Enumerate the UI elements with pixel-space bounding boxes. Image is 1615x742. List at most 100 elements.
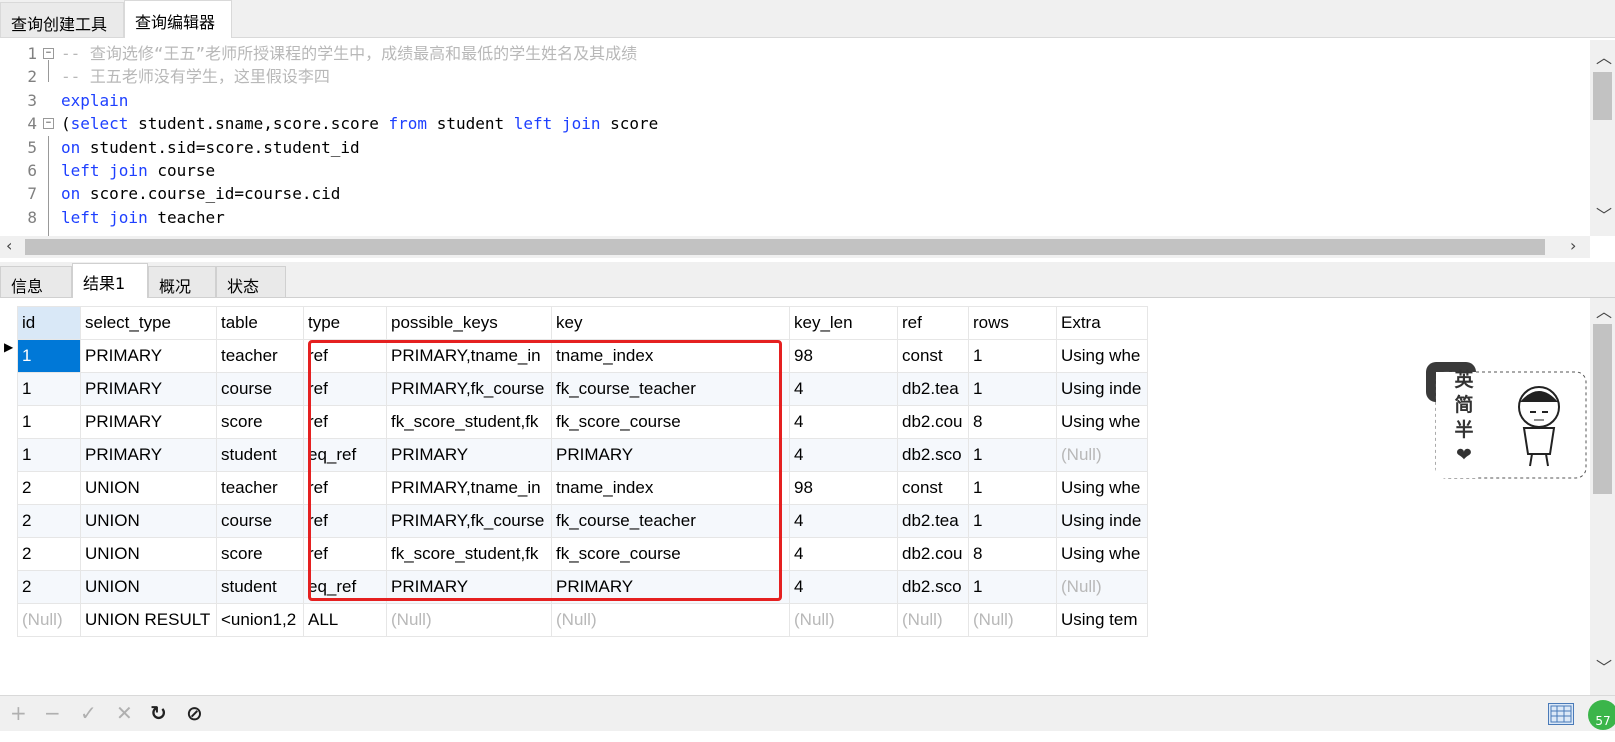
scroll-down-icon[interactable]: ﹀ [1596,208,1612,224]
table-cell[interactable]: 1 [968,570,1057,604]
table-cell[interactable]: (Null) [17,603,81,637]
table-cell[interactable]: score [216,537,304,571]
grid-vertical-scrollbar[interactable]: ︿ ﹀ [1590,298,1615,695]
table-cell[interactable]: Using whe [1056,537,1148,571]
delete-row-icon[interactable]: − [44,701,61,725]
table-cell[interactable]: Using inde [1056,504,1148,538]
table-cell[interactable]: 2 [17,570,81,604]
table-cell[interactable]: 1 [17,405,81,439]
table-cell[interactable]: 2 [17,504,81,538]
grid-scroll-up-icon[interactable]: ︿ [1596,304,1612,320]
scroll-up-icon[interactable]: ︿ [1596,50,1612,66]
table-cell[interactable]: db2.cou [897,405,969,439]
stop-icon[interactable]: ⊘ [186,701,203,725]
code-line[interactable]: 3 explain [0,89,1590,113]
code-line[interactable]: 6 left join course [0,159,1590,183]
refresh-icon[interactable]: ↻ [150,701,167,725]
table-cell[interactable]: 1 [17,438,81,472]
scroll-left-icon[interactable]: ‹ [6,238,12,254]
table-cell[interactable]: 1 [968,372,1057,406]
table-cell[interactable]: PRIMARY [80,372,217,406]
code-line[interactable]: 7 on score.course_id=course.cid [0,182,1590,206]
table-cell[interactable]: PRIMARY [80,405,217,439]
scroll-right-icon[interactable]: › [1570,238,1576,254]
table-cell[interactable]: db2.sco [897,438,969,472]
code-line[interactable]: 1 -- 查询选修“王五”老师所授课程的学生中，成绩最高和最低的学生姓名及其成绩 − [0,42,1590,66]
table-cell[interactable]: 98 [789,471,898,505]
table-cell[interactable]: student [216,570,304,604]
table-cell[interactable]: (Null) [386,603,552,637]
column-header-select-type[interactable]: select_type [80,306,217,340]
tab-result1[interactable]: 结果1 [72,263,148,299]
column-header-ref[interactable]: ref [897,306,969,340]
table-cell[interactable]: course [216,372,304,406]
table-cell[interactable]: Using whe [1056,471,1148,505]
table-cell[interactable]: PRIMARY [80,438,217,472]
table-cell[interactable]: ALL [303,603,387,637]
table-cell[interactable]: const [897,471,969,505]
table-cell[interactable]: UNION [80,537,217,571]
table-cell[interactable]: db2.cou [897,537,969,571]
table-cell[interactable]: score [216,405,304,439]
table-cell[interactable]: teacher [216,339,304,373]
table-cell[interactable]: db2.tea [897,504,969,538]
tab-status[interactable]: 状态 [216,266,286,298]
editor-vertical-scrollbar[interactable]: ︿ ﹀ [1590,40,1615,236]
grid-view-icon[interactable] [1548,703,1574,725]
table-cell[interactable]: PRIMARY [80,339,217,373]
table-cell[interactable]: student [216,438,304,472]
table-cell[interactable]: teacher [216,471,304,505]
table-cell[interactable]: (Null) [897,603,969,637]
sql-editor[interactable]: 1 -- 查询选修“王五”老师所授课程的学生中，成绩最高和最低的学生姓名及其成绩 −… [0,38,1615,236]
table-cell[interactable]: UNION [80,504,217,538]
column-header-id[interactable]: id [17,306,81,340]
column-header-key-len[interactable]: key_len [789,306,898,340]
table-cell[interactable]: 4 [789,504,898,538]
table-cell[interactable]: db2.tea [897,372,969,406]
table-cell[interactable]: 8 [968,405,1057,439]
table-cell[interactable]: (Null) [551,603,790,637]
grid-scroll-down-icon[interactable]: ﹀ [1596,660,1612,676]
table-cell[interactable]: const [897,339,969,373]
table-cell[interactable]: Using whe [1056,405,1148,439]
apply-icon[interactable]: ✓ [80,701,97,725]
table-cell[interactable]: 1 [17,372,81,406]
editor-vscroll-thumb[interactable] [1593,72,1612,120]
table-cell[interactable]: Using whe [1056,339,1148,373]
table-cell[interactable]: UNION RESULT [80,603,217,637]
table-cell[interactable]: db2.sco [897,570,969,604]
table-cell[interactable]: 98 [789,339,898,373]
table-cell[interactable]: Using inde [1056,372,1148,406]
fold-toggle-icon[interactable]: − [43,118,54,130]
tab-overview[interactable]: 概况 [148,266,216,298]
code-line[interactable]: 2 -- 王五老师没有学生，这里假设李四 [0,65,1590,89]
code-line[interactable]: 4 (select student.sname,score.score from … [0,112,1590,136]
table-row[interactable]: (Null) UNION RESULT <union1,2 ALL (Null) (Nul… [17,603,1148,637]
table-cell[interactable]: 1 [968,339,1057,373]
table-cell[interactable]: 4 [789,372,898,406]
table-cell[interactable]: 2 [17,471,81,505]
column-header-Extra[interactable]: Extra [1056,306,1148,340]
table-cell[interactable]: 2 [17,537,81,571]
fold-toggle-icon[interactable]: − [43,48,54,59]
tab-query-builder[interactable]: 查询创建工具 [0,2,124,38]
table-cell[interactable]: UNION [80,471,217,505]
table-cell[interactable]: course [216,504,304,538]
column-header-table[interactable]: table [216,306,304,340]
column-header-possible-keys[interactable]: possible_keys [386,306,552,340]
tab-query-editor[interactable]: 查询编辑器 [124,0,232,39]
result-grid[interactable]: ▶ id select_type table type possible_keys key… [0,298,1590,695]
table-cell[interactable]: (Null) [789,603,898,637]
table-cell[interactable]: (Null) [1056,438,1148,472]
code-line[interactable]: 5 on student.sid=score.student_id [0,136,1590,160]
table-cell[interactable]: 1 [17,339,81,373]
editor-hscroll-thumb[interactable] [25,239,1545,255]
column-header-key[interactable]: key [551,306,790,340]
code-line[interactable]: 8 left join teacher [0,206,1590,230]
table-cell[interactable]: 1 [968,504,1057,538]
editor-horizontal-scrollbar[interactable]: ‹ › [0,236,1590,258]
cancel-icon[interactable]: ✕ [116,701,133,725]
table-cell[interactable]: (Null) [968,603,1057,637]
add-row-icon[interactable]: + [10,701,27,725]
table-cell[interactable]: UNION [80,570,217,604]
